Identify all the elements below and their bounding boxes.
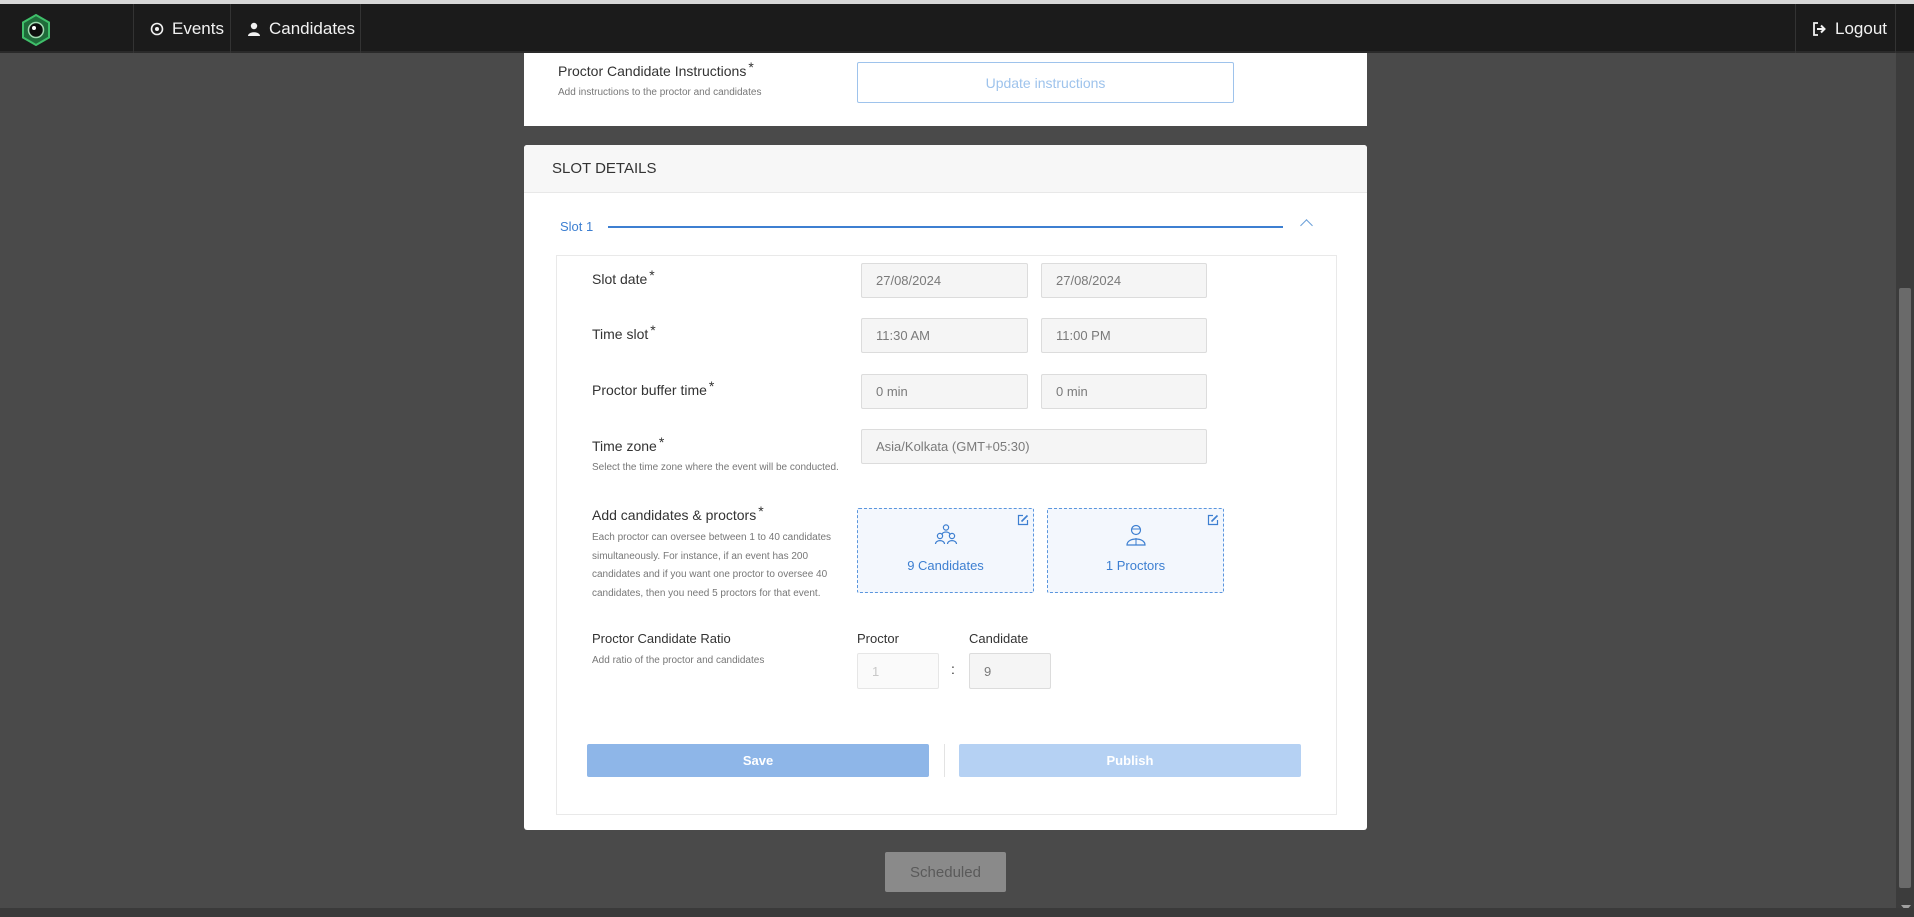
proctor-ratio-input: 1 xyxy=(857,653,939,689)
required-mark: * xyxy=(649,267,655,283)
add-people-label-wrap: Add candidates & proctors * xyxy=(592,503,764,525)
candidate-heading: Candidate xyxy=(969,631,1029,646)
edit-icon[interactable] xyxy=(1207,514,1219,526)
buffer-after-input[interactable]: 0 min xyxy=(1041,374,1207,409)
slot-end-date-input[interactable]: 27/08/2024 xyxy=(1041,263,1207,298)
add-people-label: Add candidates & proctors xyxy=(592,507,757,523)
slot-details-header: SLOT DETAILS xyxy=(524,145,1367,193)
add-people-hint-3: candidates and if you want one proctor t… xyxy=(592,569,828,580)
save-button[interactable]: Save xyxy=(587,744,929,777)
slot-tab-underline xyxy=(608,226,1283,228)
ratio-separator: : xyxy=(951,661,955,677)
buffer-before-input[interactable]: 0 min xyxy=(861,374,1028,409)
time-zone-hint: Select the time zone where the event wil… xyxy=(592,462,839,473)
instructions-label: Proctor Candidate Instructions xyxy=(558,63,747,79)
publish-button[interactable]: Publish xyxy=(959,744,1301,777)
scrollbar-thumb[interactable] xyxy=(1899,288,1911,888)
start-time-input[interactable]: 11:30 AM xyxy=(861,318,1028,353)
buffer-time-label: Proctor buffer time xyxy=(592,382,707,398)
instructions-card: Proctor Candidate Instructions * Add inst… xyxy=(524,53,1367,126)
logout-label: Logout xyxy=(1835,18,1887,38)
logout-icon xyxy=(1813,21,1826,36)
time-zone-label: Time zone xyxy=(592,438,657,454)
group-icon xyxy=(934,524,958,545)
target-icon xyxy=(150,22,164,35)
buffer-label-wrap: Proctor buffer time * xyxy=(592,378,714,400)
time-slot-label-wrap: Time slot * xyxy=(592,322,656,344)
proctors-count: 1 Proctors xyxy=(1105,558,1166,573)
edit-icon[interactable] xyxy=(1017,514,1029,526)
page-bottom-edge xyxy=(0,908,1914,917)
required-mark: * xyxy=(658,434,665,450)
time-zone-select[interactable]: Asia/Kolkata (GMT+05:30) xyxy=(861,429,1207,464)
nav-events-label: Events xyxy=(172,18,224,38)
time-zone-label-wrap: Time zone * xyxy=(592,434,664,456)
required-mark: * xyxy=(650,322,656,338)
proctors-tile[interactable]: 1 Proctors xyxy=(1047,508,1224,593)
add-people-hint-1: Each proctor can oversee between 1 to 40… xyxy=(592,532,832,543)
chevron-up-icon[interactable] xyxy=(1300,219,1313,232)
ratio-label: Proctor Candidate Ratio xyxy=(592,631,731,646)
app-logo[interactable] xyxy=(20,13,52,47)
slot-date-label: Slot date xyxy=(592,271,648,287)
tab-slot-1[interactable]: Slot 1 xyxy=(560,219,593,234)
add-people-hint-2: simultaneously. For instance, if an even… xyxy=(592,551,809,562)
nav-candidates-label: Candidates xyxy=(269,18,356,38)
candidates-tile[interactable]: 9 Candidates xyxy=(857,508,1034,593)
top-navbar: Events Candidates Logout xyxy=(0,0,1914,53)
ratio-hint: Add ratio of the proctor and candidates xyxy=(592,655,765,666)
required-mark: * xyxy=(708,378,715,394)
required-mark: * xyxy=(758,503,764,519)
slot-details-card: SLOT DETAILS Slot 1 Slot date * 27/08/202… xyxy=(524,145,1367,830)
end-time-input[interactable]: 11:00 PM xyxy=(1041,318,1207,353)
nav-candidates[interactable]: Candidates xyxy=(231,4,361,53)
required-mark: * xyxy=(748,59,754,75)
logout-button[interactable]: Logout xyxy=(1795,4,1896,53)
actions-divider xyxy=(944,744,945,777)
update-instructions-button[interactable]: Update instructions xyxy=(857,62,1234,103)
slot-date-label-wrap: Slot date * xyxy=(592,267,655,289)
candidates-count: 9 Candidates xyxy=(907,558,984,573)
candidate-ratio-input[interactable]: 9 xyxy=(969,653,1051,689)
proctor-heading: Proctor xyxy=(857,631,899,646)
instructions-hint: Add instructions to the proctor and cand… xyxy=(558,87,762,98)
user-icon xyxy=(248,22,260,36)
scheduled-button[interactable]: Scheduled xyxy=(885,852,1006,892)
add-people-hint-4: candidates, then you need 5 proctors for… xyxy=(592,588,821,599)
nav-events[interactable]: Events xyxy=(133,4,231,53)
time-slot-label: Time slot xyxy=(592,326,649,342)
proctor-icon xyxy=(1126,524,1146,546)
slot-start-date-input[interactable]: 27/08/2024 xyxy=(861,263,1028,298)
page-scrollbar[interactable] xyxy=(1896,53,1914,917)
